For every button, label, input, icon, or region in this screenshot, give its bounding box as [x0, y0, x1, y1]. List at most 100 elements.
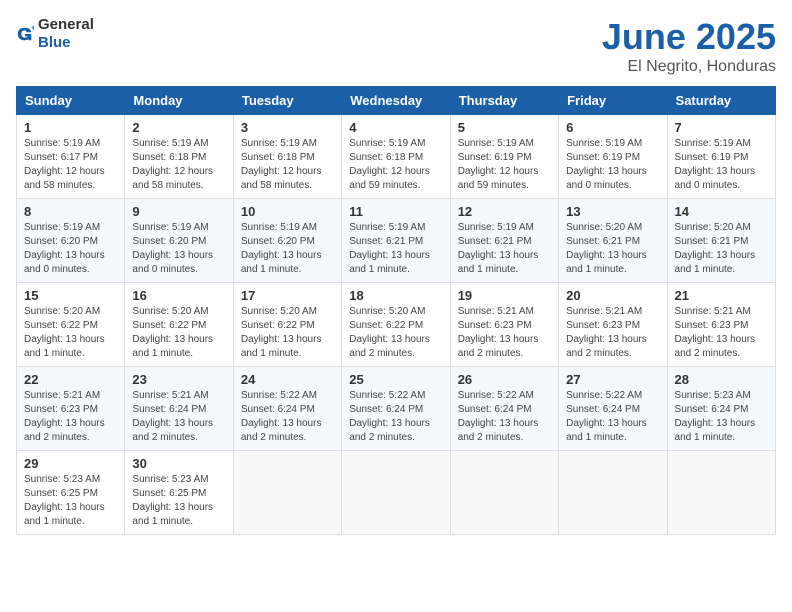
day-number: 16	[132, 288, 225, 303]
calendar-cell: 18 Sunrise: 5:20 AMSunset: 6:22 PMDayligh…	[342, 283, 450, 367]
day-number: 15	[24, 288, 117, 303]
cell-content: Sunrise: 5:20 AMSunset: 6:21 PMDaylight:…	[566, 222, 647, 275]
calendar-cell: 5 Sunrise: 5:19 AMSunset: 6:19 PMDaylight…	[450, 115, 558, 199]
cell-content: Sunrise: 5:19 AMSunset: 6:19 PMDaylight:…	[675, 138, 756, 191]
cell-content: Sunrise: 5:23 AMSunset: 6:25 PMDaylight:…	[24, 474, 105, 527]
calendar-table: Sunday Monday Tuesday Wednesday Thursday…	[16, 86, 776, 535]
cell-content: Sunrise: 5:19 AMSunset: 6:17 PMDaylight:…	[24, 138, 105, 191]
calendar-cell: 14 Sunrise: 5:20 AMSunset: 6:21 PMDayligh…	[667, 199, 775, 283]
title-area: June 2025 El Negrito, Honduras	[602, 16, 776, 76]
calendar-week-2: 8 Sunrise: 5:19 AMSunset: 6:20 PMDaylight…	[17, 199, 776, 283]
location-title: El Negrito, Honduras	[602, 58, 776, 76]
cell-content: Sunrise: 5:19 AMSunset: 6:20 PMDaylight:…	[132, 222, 213, 275]
cell-content: Sunrise: 5:19 AMSunset: 6:19 PMDaylight:…	[458, 138, 539, 191]
calendar-week-1: 1 Sunrise: 5:19 AMSunset: 6:17 PMDaylight…	[17, 115, 776, 199]
calendar-cell: 24Sunrise: 5:22 AMSunset: 6:24 PMDayligh…	[233, 367, 341, 451]
col-sunday: Sunday	[17, 87, 125, 115]
calendar-cell	[667, 451, 775, 535]
calendar-cell: 4Sunrise: 5:19 AMSunset: 6:18 PMDaylight…	[342, 115, 450, 199]
calendar-cell: 12 Sunrise: 5:19 AMSunset: 6:21 PMDayligh…	[450, 199, 558, 283]
day-number: 13	[566, 204, 659, 219]
day-number: 28	[675, 372, 768, 387]
day-number: 21	[675, 288, 768, 303]
calendar-cell: 19Sunrise: 5:21 AMSunset: 6:23 PMDayligh…	[450, 283, 558, 367]
day-number: 2	[132, 120, 225, 135]
calendar-week-4: 22Sunrise: 5:21 AMSunset: 6:23 PMDayligh…	[17, 367, 776, 451]
day-number: 17	[241, 288, 334, 303]
calendar-week-3: 15 Sunrise: 5:20 AMSunset: 6:22 PMDayligh…	[17, 283, 776, 367]
calendar-header: Sunday Monday Tuesday Wednesday Thursday…	[17, 87, 776, 115]
cell-content: Sunrise: 5:19 AMSunset: 6:18 PMDaylight:…	[241, 138, 322, 191]
cell-content: Sunrise: 5:19 AMSunset: 6:21 PMDaylight:…	[349, 222, 430, 275]
cell-content: Sunrise: 5:21 AMSunset: 6:23 PMDaylight:…	[566, 306, 647, 359]
logo: General Blue	[16, 16, 94, 52]
day-number: 5	[458, 120, 551, 135]
calendar-cell: 1 Sunrise: 5:19 AMSunset: 6:17 PMDaylight…	[17, 115, 125, 199]
day-number: 14	[675, 204, 768, 219]
cell-content: Sunrise: 5:20 AMSunset: 6:22 PMDaylight:…	[132, 306, 213, 359]
col-saturday: Saturday	[667, 87, 775, 115]
calendar-cell: 10Sunrise: 5:19 AMSunset: 6:20 PMDayligh…	[233, 199, 341, 283]
calendar-cell: 26 Sunrise: 5:22 AMSunset: 6:24 PMDayligh…	[450, 367, 558, 451]
day-number: 20	[566, 288, 659, 303]
day-number: 6	[566, 120, 659, 135]
day-number: 9	[132, 204, 225, 219]
calendar-cell: 9 Sunrise: 5:19 AMSunset: 6:20 PMDaylight…	[125, 199, 233, 283]
calendar-cell: 29Sunrise: 5:23 AMSunset: 6:25 PMDayligh…	[17, 451, 125, 535]
cell-content: Sunrise: 5:22 AMSunset: 6:24 PMDaylight:…	[458, 390, 539, 443]
day-number: 1	[24, 120, 117, 135]
header: General Blue June 2025 El Negrito, Hondu…	[16, 16, 776, 76]
day-number: 26	[458, 372, 551, 387]
calendar-body: 1 Sunrise: 5:19 AMSunset: 6:17 PMDaylight…	[17, 115, 776, 535]
col-wednesday: Wednesday	[342, 87, 450, 115]
calendar-cell: 7 Sunrise: 5:19 AMSunset: 6:19 PMDaylight…	[667, 115, 775, 199]
day-number: 12	[458, 204, 551, 219]
calendar-cell: 13 Sunrise: 5:20 AMSunset: 6:21 PMDayligh…	[559, 199, 667, 283]
calendar-cell: 11 Sunrise: 5:19 AMSunset: 6:21 PMDayligh…	[342, 199, 450, 283]
cell-content: Sunrise: 5:20 AMSunset: 6:22 PMDaylight:…	[241, 306, 322, 359]
calendar-cell: 22Sunrise: 5:21 AMSunset: 6:23 PMDayligh…	[17, 367, 125, 451]
cell-content: Sunrise: 5:19 AMSunset: 6:18 PMDaylight:…	[132, 138, 213, 191]
calendar-cell	[450, 451, 558, 535]
cell-content: Sunrise: 5:23 AMSunset: 6:25 PMDaylight:…	[132, 474, 213, 527]
day-number: 8	[24, 204, 117, 219]
cell-content: Sunrise: 5:22 AMSunset: 6:24 PMDaylight:…	[349, 390, 430, 443]
cell-content: Sunrise: 5:20 AMSunset: 6:22 PMDaylight:…	[349, 306, 430, 359]
calendar-cell	[233, 451, 341, 535]
cell-content: Sunrise: 5:21 AMSunset: 6:23 PMDaylight:…	[675, 306, 756, 359]
logo-blue: Blue	[38, 34, 71, 51]
cell-content: Sunrise: 5:19 AMSunset: 6:21 PMDaylight:…	[458, 222, 539, 275]
header-row: Sunday Monday Tuesday Wednesday Thursday…	[17, 87, 776, 115]
calendar-cell: 25Sunrise: 5:22 AMSunset: 6:24 PMDayligh…	[342, 367, 450, 451]
col-monday: Monday	[125, 87, 233, 115]
col-tuesday: Tuesday	[233, 87, 341, 115]
day-number: 24	[241, 372, 334, 387]
cell-content: Sunrise: 5:20 AMSunset: 6:22 PMDaylight:…	[24, 306, 105, 359]
cell-content: Sunrise: 5:19 AMSunset: 6:19 PMDaylight:…	[566, 138, 647, 191]
day-number: 11	[349, 204, 442, 219]
cell-content: Sunrise: 5:19 AMSunset: 6:20 PMDaylight:…	[241, 222, 322, 275]
day-number: 18	[349, 288, 442, 303]
cell-content: Sunrise: 5:20 AMSunset: 6:21 PMDaylight:…	[675, 222, 756, 275]
logo-icon	[16, 25, 34, 43]
calendar-cell: 3 Sunrise: 5:19 AMSunset: 6:18 PMDaylight…	[233, 115, 341, 199]
calendar-cell: 6 Sunrise: 5:19 AMSunset: 6:19 PMDaylight…	[559, 115, 667, 199]
day-number: 27	[566, 372, 659, 387]
calendar-cell: 23Sunrise: 5:21 AMSunset: 6:24 PMDayligh…	[125, 367, 233, 451]
calendar-cell: 28 Sunrise: 5:23 AMSunset: 6:24 PMDayligh…	[667, 367, 775, 451]
calendar-cell: 17 Sunrise: 5:20 AMSunset: 6:22 PMDayligh…	[233, 283, 341, 367]
calendar-week-5: 29Sunrise: 5:23 AMSunset: 6:25 PMDayligh…	[17, 451, 776, 535]
day-number: 7	[675, 120, 768, 135]
day-number: 3	[241, 120, 334, 135]
col-thursday: Thursday	[450, 87, 558, 115]
month-title: June 2025	[602, 16, 776, 58]
cell-content: Sunrise: 5:21 AMSunset: 6:23 PMDaylight:…	[24, 390, 105, 443]
calendar-cell: 8Sunrise: 5:19 AMSunset: 6:20 PMDaylight…	[17, 199, 125, 283]
cell-content: Sunrise: 5:19 AMSunset: 6:18 PMDaylight:…	[349, 138, 430, 191]
calendar-cell: 30 Sunrise: 5:23 AMSunset: 6:25 PMDayligh…	[125, 451, 233, 535]
logo-general: General	[38, 16, 94, 33]
day-number: 30	[132, 456, 225, 471]
calendar-cell: 15 Sunrise: 5:20 AMSunset: 6:22 PMDayligh…	[17, 283, 125, 367]
cell-content: Sunrise: 5:23 AMSunset: 6:24 PMDaylight:…	[675, 390, 756, 443]
calendar-cell	[559, 451, 667, 535]
